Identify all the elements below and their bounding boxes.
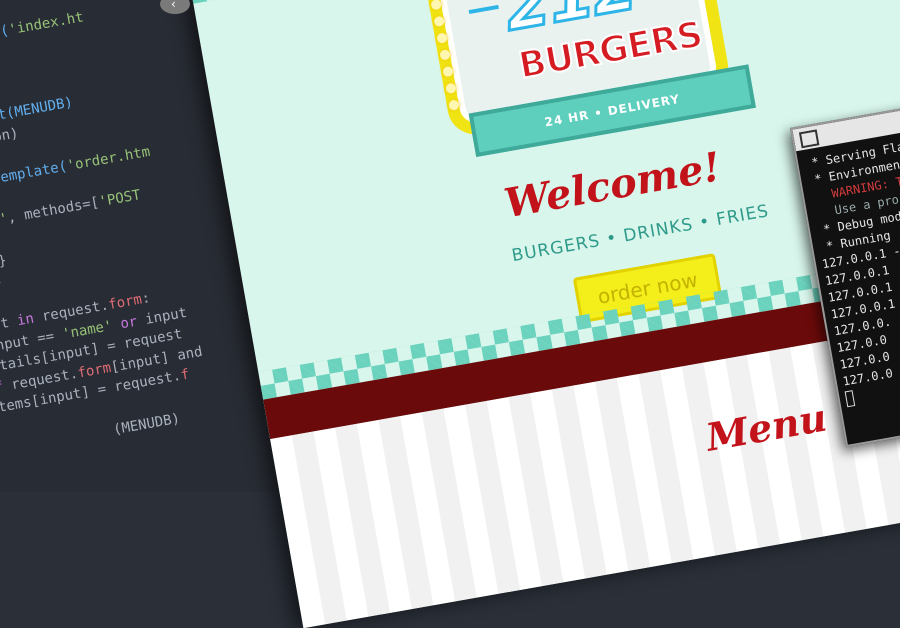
code-token: in [16, 309, 44, 329]
logo-dash-left [469, 5, 499, 14]
terminal-cursor [845, 390, 856, 407]
code-token: : [140, 290, 151, 307]
marquee-bulb [436, 32, 448, 44]
marquee-bulb [439, 49, 451, 61]
marquee-bulb [430, 0, 442, 10]
marquee-bulb [445, 83, 457, 95]
code-token: form [107, 292, 143, 314]
terminal-icon [799, 129, 820, 148]
browser-page[interactable]: 212 BURGERS 24 HR • DELIVERY Welcome! BU… [168, 0, 900, 628]
code-token: f [180, 367, 191, 384]
marquee-bulb [442, 66, 454, 78]
marquee-bulb [448, 99, 460, 111]
back-arrow-icon: ‹ [171, 0, 176, 11]
marquee-bulb [433, 16, 445, 28]
